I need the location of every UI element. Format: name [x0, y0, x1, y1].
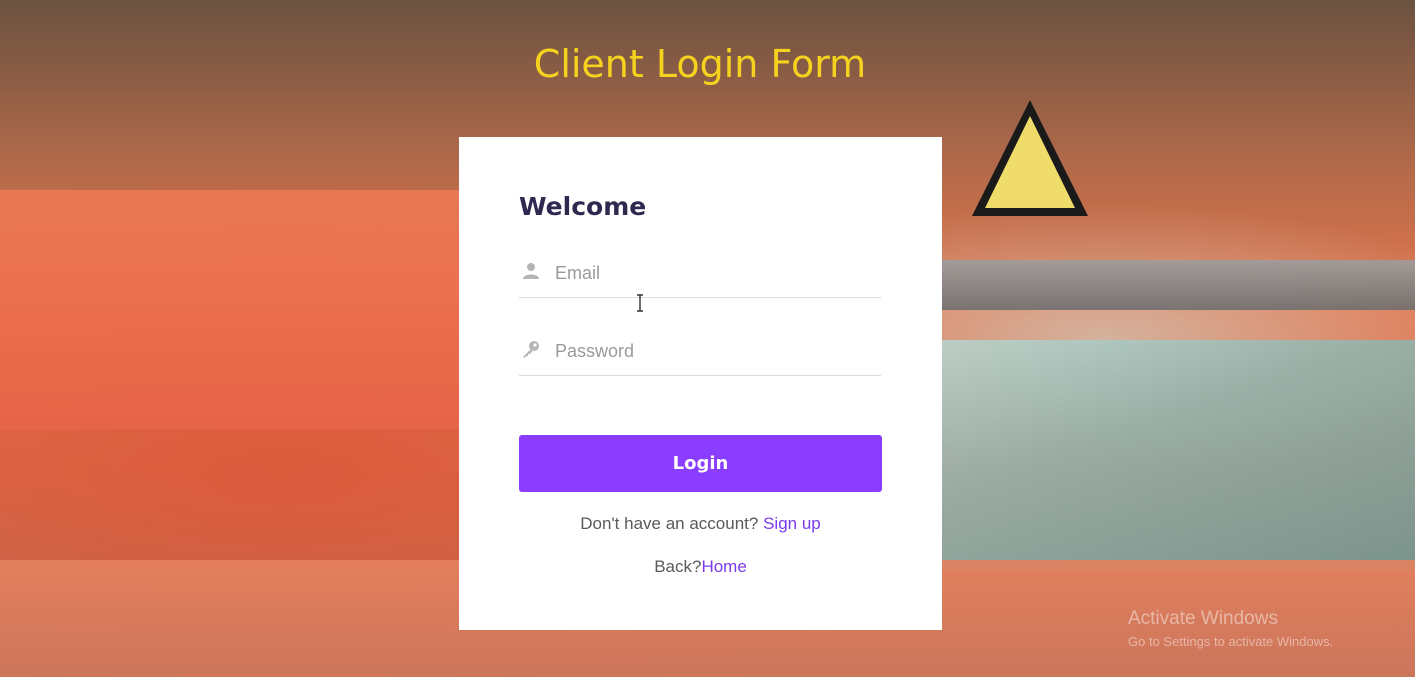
- back-prompt-text: Back?: [654, 557, 702, 576]
- background-metal-rail: [940, 260, 1415, 310]
- password-field: [519, 335, 881, 376]
- password-input[interactable]: [555, 337, 875, 365]
- key-icon: [521, 339, 541, 359]
- email-field: [519, 257, 881, 298]
- text-cursor-icon: [635, 294, 645, 312]
- watermark-line2: Go to Settings to activate Windows.: [1128, 634, 1334, 649]
- welcome-heading: Welcome: [519, 192, 647, 221]
- signup-link[interactable]: Sign up: [763, 514, 821, 533]
- home-link[interactable]: Home: [701, 557, 746, 576]
- home-prompt-line: Back?Home: [459, 557, 942, 577]
- watermark-line1: Activate Windows: [1128, 608, 1278, 629]
- user-icon: [521, 261, 541, 281]
- login-card: Welcome Login Don't have an account? Sig…: [459, 137, 942, 630]
- signup-prompt-line: Don't have an account? Sign up: [459, 514, 942, 534]
- signup-prompt-text: Don't have an account?: [580, 514, 759, 533]
- background-machine-bed: [940, 340, 1415, 570]
- email-input[interactable]: [555, 259, 875, 287]
- warning-sign-inner: [985, 116, 1075, 208]
- windows-activation-watermark: Activate Windows Go to Settings to activ…: [1128, 608, 1333, 649]
- page-title: Client Login Form: [533, 42, 867, 86]
- background-orange-beam: [0, 190, 460, 430]
- login-button[interactable]: Login: [519, 435, 882, 492]
